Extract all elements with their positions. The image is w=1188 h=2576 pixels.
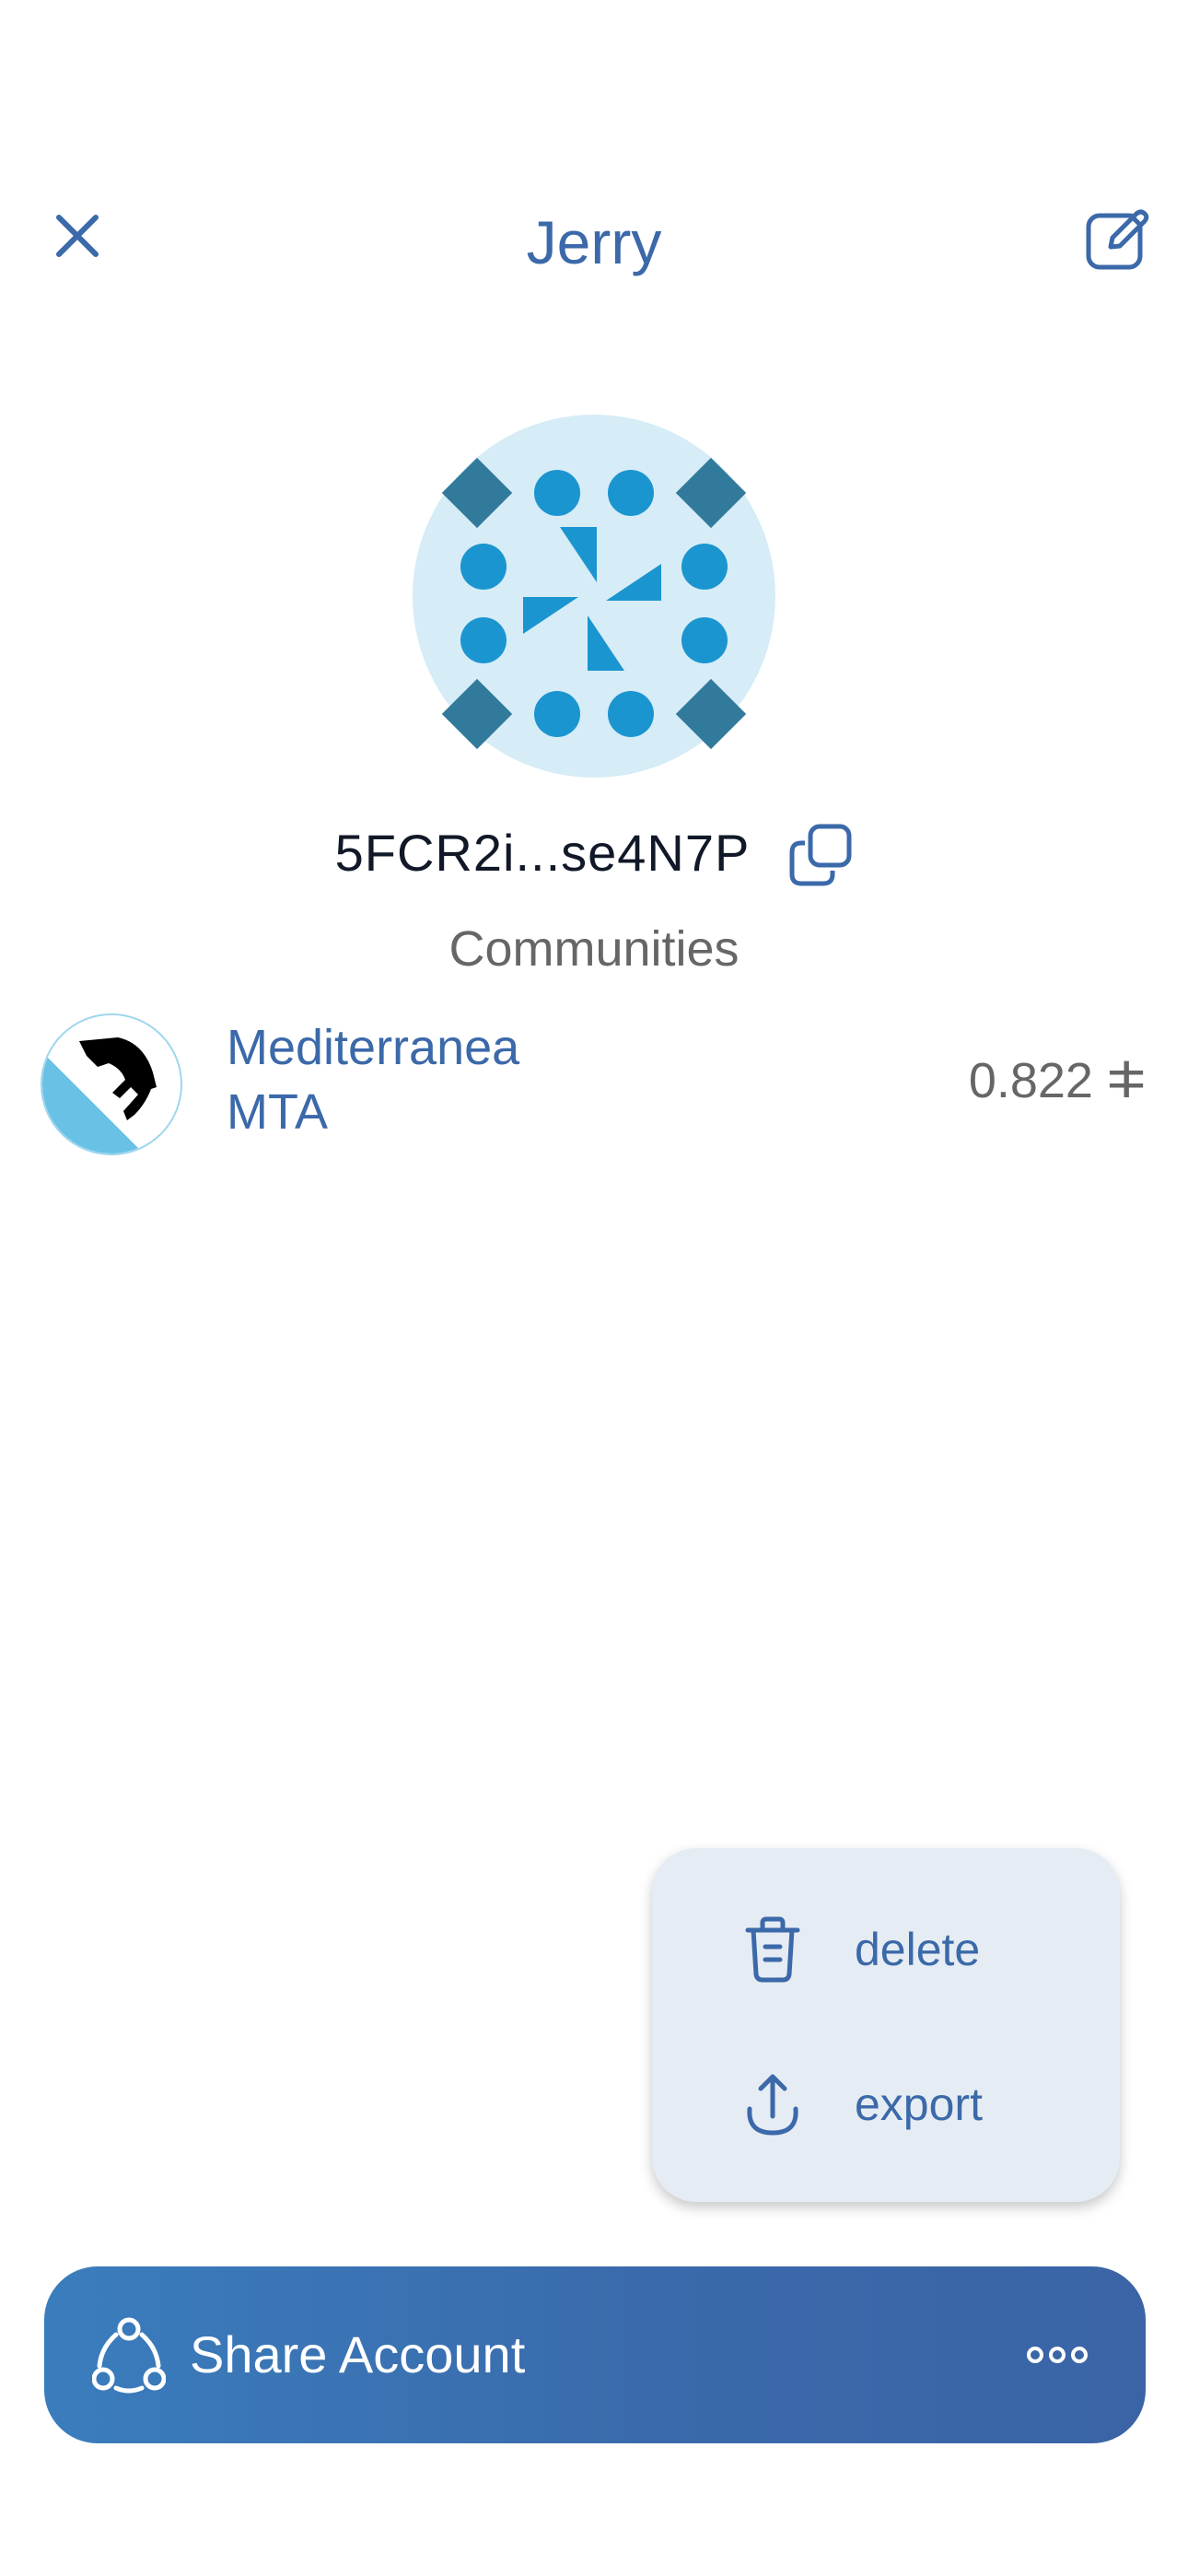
menu-item-delete[interactable]: delete [652, 1894, 1120, 2005]
account-address: 5FCR2i...se4N7P [334, 823, 751, 882]
community-balance: 0.822 ⵐ [968, 1053, 1146, 1108]
account-avatar [413, 415, 775, 778]
page-title: Jerry [526, 208, 662, 276]
upload-icon [747, 2074, 798, 2136]
more-button[interactable] [1026, 2336, 1089, 2373]
edit-button[interactable] [1083, 205, 1153, 275]
identicon-icon [413, 415, 775, 778]
trash-icon [745, 1916, 800, 1983]
share-account-label: Share Account [190, 2325, 526, 2383]
community-logo [41, 1013, 182, 1155]
account-address-row: 5FCR2i...se4N7P [0, 815, 1188, 889]
communities-title: Communities [448, 921, 740, 977]
mediterranea-logo-icon [42, 1015, 181, 1153]
community-symbol: MTA [227, 1084, 328, 1140]
community-name: Mediterranea [227, 1020, 520, 1075]
menu-item-export[interactable]: export [652, 2049, 1120, 2160]
copy-icon [789, 824, 852, 886]
community-list-item[interactable]: Mediterranea MTA 0.822 ⵐ [41, 1012, 1146, 1159]
copy-address-button[interactable] [788, 823, 853, 887]
edit-icon [1086, 209, 1149, 270]
more-horizontal-icon [1027, 2347, 1088, 2363]
share-icon [92, 2317, 166, 2394]
menu-item-label: export [855, 2078, 983, 2130]
share-account-bar[interactable]: Share Account [44, 2266, 1146, 2443]
account-actions-menu: delete export [652, 1848, 1120, 2202]
menu-item-label: delete [855, 1924, 981, 1975]
